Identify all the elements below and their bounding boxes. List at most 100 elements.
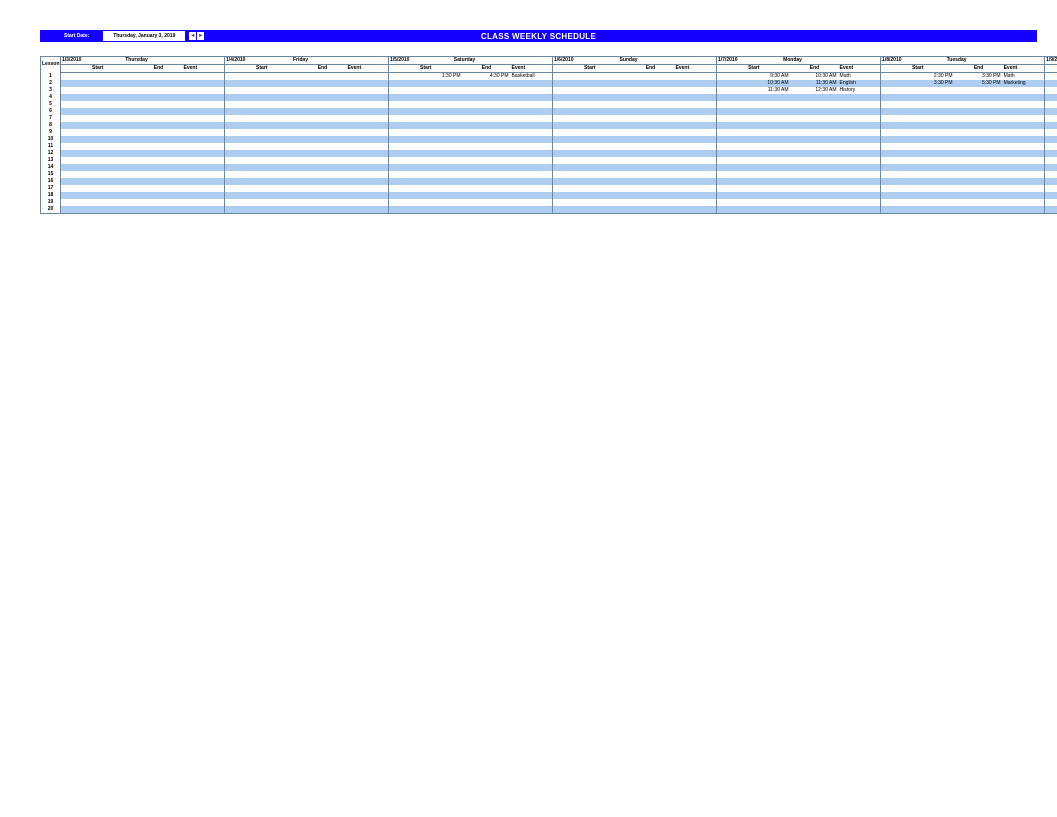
spin-right-icon[interactable]: ▸	[197, 32, 204, 40]
cell-event[interactable]	[675, 94, 717, 101]
cell-event[interactable]	[1003, 136, 1045, 143]
cell-event[interactable]	[675, 150, 717, 157]
cell-start[interactable]	[389, 115, 463, 122]
cell-start[interactable]	[61, 115, 135, 122]
cell-end[interactable]	[135, 150, 183, 157]
cell-end[interactable]	[135, 157, 183, 164]
cell-end[interactable]	[463, 94, 511, 101]
cell-start[interactable]	[225, 171, 299, 178]
cell-end[interactable]	[299, 185, 347, 192]
cell-event[interactable]	[675, 87, 717, 94]
cell-start[interactable]	[389, 122, 463, 129]
cell-start[interactable]: 2:30 PM	[881, 73, 955, 81]
cell-event[interactable]	[675, 199, 717, 206]
cell-event[interactable]	[839, 178, 881, 185]
cell-event[interactable]	[183, 73, 225, 81]
cell-event[interactable]	[675, 101, 717, 108]
cell-start[interactable]	[225, 199, 299, 206]
cell-end[interactable]	[627, 206, 675, 214]
cell-end[interactable]	[463, 136, 511, 143]
cell-end[interactable]	[791, 185, 839, 192]
cell-end[interactable]	[299, 115, 347, 122]
cell-start[interactable]	[717, 136, 791, 143]
cell-end[interactable]	[299, 178, 347, 185]
cell-event[interactable]	[511, 185, 553, 192]
cell-event[interactable]	[1003, 94, 1045, 101]
cell-end[interactable]	[791, 171, 839, 178]
cell-end[interactable]	[955, 115, 1003, 122]
cell-event[interactable]	[511, 157, 553, 164]
cell-start[interactable]	[881, 206, 955, 214]
cell-end[interactable]	[955, 129, 1003, 136]
cell-start[interactable]	[553, 122, 627, 129]
cell-start[interactable]	[225, 80, 299, 87]
cell-end[interactable]	[627, 171, 675, 178]
cell-start[interactable]: 10:30 AM	[717, 80, 791, 87]
cell-start[interactable]	[389, 80, 463, 87]
cell-event[interactable]	[511, 129, 553, 136]
cell-start[interactable]	[1045, 157, 1057, 164]
cell-event[interactable]	[183, 171, 225, 178]
cell-start[interactable]	[881, 108, 955, 115]
cell-start[interactable]	[881, 101, 955, 108]
cell-event[interactable]	[839, 108, 881, 115]
cell-start[interactable]	[717, 192, 791, 199]
cell-start[interactable]	[225, 87, 299, 94]
cell-event[interactable]	[1003, 101, 1045, 108]
cell-event[interactable]	[183, 122, 225, 129]
cell-start[interactable]	[553, 171, 627, 178]
cell-end[interactable]	[299, 136, 347, 143]
cell-start[interactable]	[881, 199, 955, 206]
cell-end[interactable]	[955, 136, 1003, 143]
cell-event[interactable]	[675, 129, 717, 136]
cell-start[interactable]	[389, 199, 463, 206]
cell-event[interactable]	[183, 185, 225, 192]
cell-end[interactable]	[791, 157, 839, 164]
cell-start[interactable]	[1045, 129, 1057, 136]
cell-start[interactable]	[717, 129, 791, 136]
cell-start[interactable]	[61, 129, 135, 136]
cell-end[interactable]: 4:30 PM	[463, 73, 511, 81]
cell-start[interactable]	[881, 94, 955, 101]
cell-end[interactable]	[463, 101, 511, 108]
cell-event[interactable]	[183, 164, 225, 171]
cell-event[interactable]	[511, 178, 553, 185]
cell-event[interactable]	[675, 206, 717, 214]
cell-start[interactable]	[881, 178, 955, 185]
cell-end[interactable]	[627, 192, 675, 199]
cell-start[interactable]	[1045, 199, 1057, 206]
cell-end[interactable]	[627, 136, 675, 143]
cell-event[interactable]	[1003, 87, 1045, 94]
cell-end[interactable]	[627, 115, 675, 122]
cell-start[interactable]	[553, 185, 627, 192]
cell-start[interactable]	[61, 143, 135, 150]
cell-start[interactable]	[61, 171, 135, 178]
cell-start[interactable]	[389, 94, 463, 101]
cell-end[interactable]: 3:30 PM	[955, 73, 1003, 81]
cell-end[interactable]	[299, 101, 347, 108]
cell-start[interactable]	[1045, 206, 1057, 214]
cell-event[interactable]: Math	[839, 73, 881, 81]
cell-start[interactable]	[1045, 94, 1057, 101]
cell-start[interactable]: 1:30 PM	[389, 73, 463, 81]
cell-event[interactable]	[839, 199, 881, 206]
cell-start[interactable]	[881, 115, 955, 122]
cell-event[interactable]	[347, 108, 389, 115]
cell-event[interactable]	[511, 164, 553, 171]
cell-end[interactable]	[135, 178, 183, 185]
cell-start[interactable]	[389, 136, 463, 143]
cell-end[interactable]	[135, 164, 183, 171]
cell-start[interactable]	[225, 73, 299, 81]
cell-event[interactable]	[675, 108, 717, 115]
cell-end[interactable]	[299, 150, 347, 157]
cell-event[interactable]	[675, 171, 717, 178]
cell-end[interactable]	[299, 164, 347, 171]
cell-start[interactable]	[389, 164, 463, 171]
cell-end[interactable]	[463, 192, 511, 199]
cell-end[interactable]	[627, 199, 675, 206]
cell-end[interactable]	[627, 122, 675, 129]
cell-event[interactable]	[347, 94, 389, 101]
cell-start[interactable]	[1045, 80, 1057, 87]
cell-event[interactable]	[1003, 122, 1045, 129]
cell-event[interactable]	[183, 115, 225, 122]
